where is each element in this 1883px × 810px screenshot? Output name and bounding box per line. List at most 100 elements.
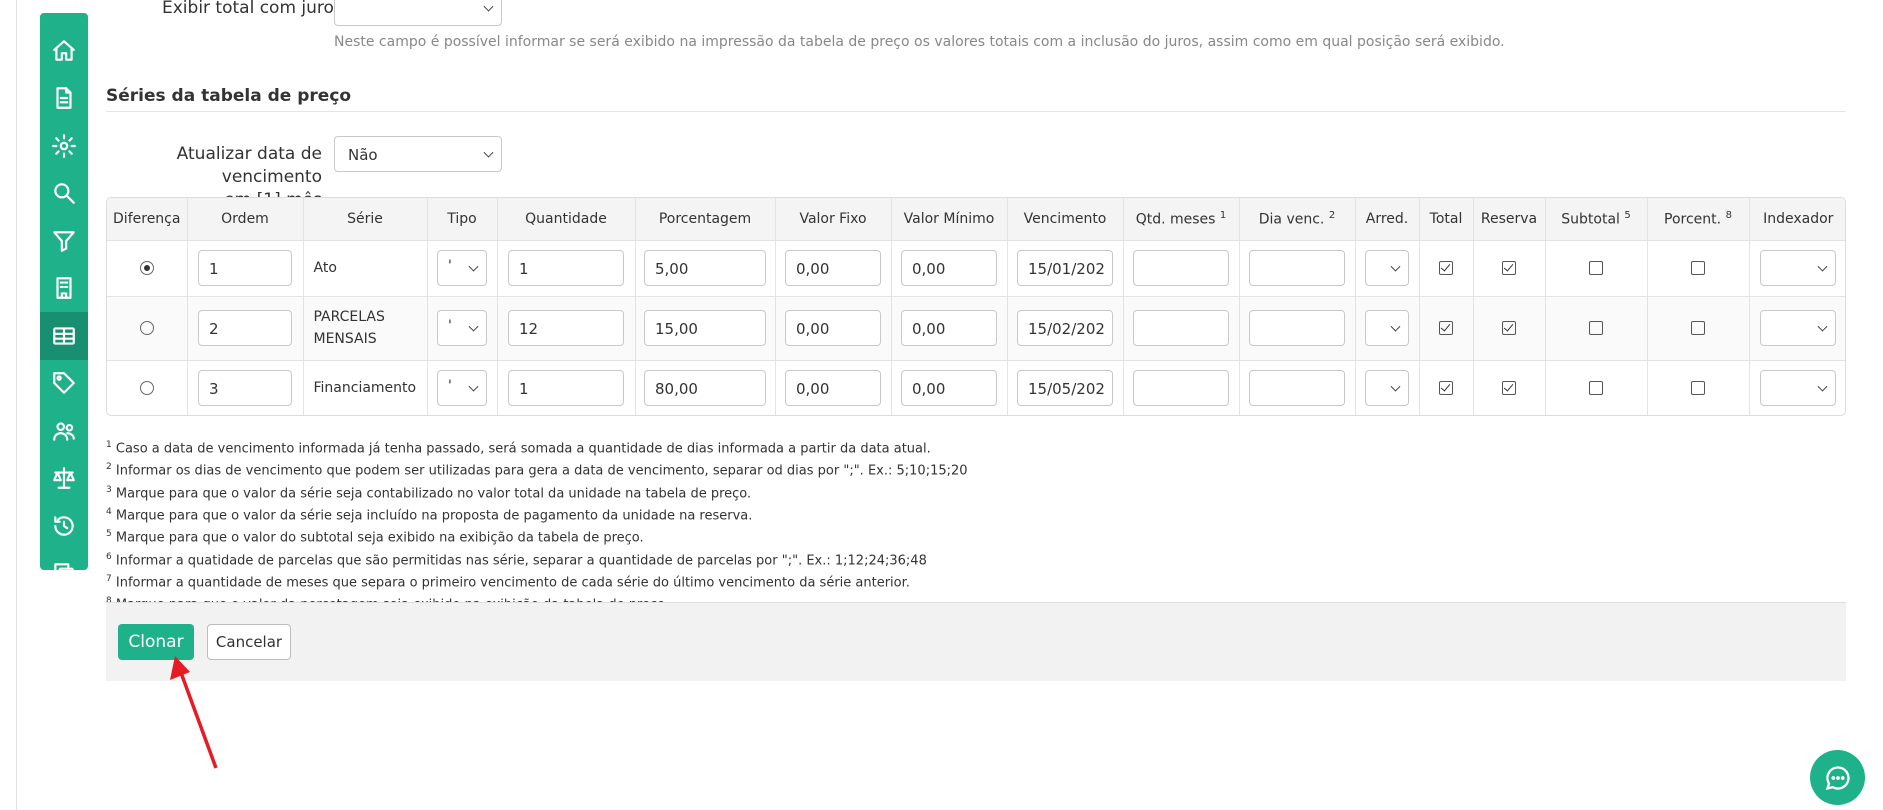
porcentagem-input[interactable]: 80,00	[644, 370, 766, 407]
total-checkbox[interactable]	[1439, 321, 1453, 335]
tipo-select[interactable]: '	[437, 250, 487, 286]
cell-arred	[1355, 239, 1420, 296]
porcent-checkbox[interactable]	[1691, 381, 1705, 396]
dia-venc-input[interactable]	[1249, 310, 1345, 346]
cell-arred	[1355, 359, 1420, 415]
tipo-select[interactable]: '	[437, 370, 487, 407]
porcent-checkbox[interactable]	[1691, 321, 1705, 335]
cell-valor-minimo: 0,00	[891, 239, 1008, 296]
quantidade-input[interactable]: 12	[508, 310, 624, 346]
cell-dia-venc	[1239, 239, 1356, 296]
quantidade-input[interactable]: 1	[508, 370, 624, 407]
footnote: 1 Caso a data de vencimento informada já…	[106, 436, 968, 458]
ordem-input[interactable]: 1	[198, 250, 292, 286]
valor-fixo-input[interactable]: 0,00	[785, 250, 881, 286]
diferenca-radio[interactable]	[139, 261, 154, 275]
arred-select[interactable]	[1365, 370, 1409, 407]
cancelar-button[interactable]: Cancelar	[207, 624, 291, 660]
footnote: 3 Marque para que o valor da série seja …	[106, 481, 968, 503]
sidebar-item-home[interactable]	[40, 27, 88, 75]
cell-diferenca	[107, 295, 188, 360]
cell-subtotal	[1545, 295, 1648, 360]
sidebar-item-search[interactable]	[40, 170, 88, 218]
indexador-select[interactable]	[1760, 370, 1837, 407]
sidebar-item-filter[interactable]	[40, 217, 88, 265]
subtotal-checkbox[interactable]	[1589, 321, 1603, 335]
footnote: 4 Marque para que o valor da série seja …	[106, 503, 968, 525]
atualizar-vencimento-select[interactable]: Não	[334, 136, 502, 172]
diferenca-radio[interactable]	[139, 321, 154, 335]
porcent-checkbox[interactable]	[1691, 261, 1705, 275]
header-label: Dia venc.	[1258, 211, 1325, 228]
chevron-down-icon	[1390, 321, 1401, 332]
cell-ordem: 1	[187, 239, 304, 296]
vencimento-input[interactable]: 15/02/202	[1017, 310, 1113, 346]
footnote-ref: 2	[1328, 209, 1336, 221]
sidebar-item-legal[interactable]	[40, 455, 88, 503]
cell-serie: Financiamento	[303, 359, 428, 415]
col-header: Reserva	[1473, 198, 1546, 240]
indexador-select[interactable]	[1760, 310, 1837, 346]
tipo-select[interactable]: '	[437, 310, 487, 346]
reserva-checkbox[interactable]	[1502, 261, 1516, 275]
footnote-text: Marque para que o valor da série seja co…	[115, 485, 752, 501]
qtd-meses-input[interactable]	[1133, 250, 1229, 286]
footnote-number: 2	[106, 462, 112, 473]
valor-fixo-input[interactable]: 0,00	[785, 310, 881, 346]
cell-diferenca	[107, 239, 188, 296]
total-checkbox[interactable]	[1439, 261, 1453, 275]
reserva-checkbox[interactable]	[1502, 321, 1516, 335]
qtd-meses-input[interactable]	[1133, 370, 1229, 407]
cell-quantidade: 1	[497, 359, 636, 415]
sidebar-item-price-table[interactable]	[40, 312, 88, 360]
building-icon	[56, 277, 72, 300]
footnote-number: 1	[106, 440, 112, 450]
indexador-select[interactable]	[1760, 250, 1837, 286]
qtd-meses-input[interactable]	[1133, 310, 1229, 346]
dia-venc-input[interactable]	[1249, 370, 1345, 407]
juros-select[interactable]	[334, 0, 502, 26]
valor-minimo-input[interactable]: 0,00	[901, 310, 997, 346]
sidebar-item-copy[interactable]	[40, 550, 88, 598]
atualizar-label-line1: Atualizar data de vencimento	[176, 144, 322, 187]
arred-select[interactable]	[1365, 250, 1409, 286]
reserva-checkbox[interactable]	[1502, 381, 1516, 396]
chevron-down-icon	[483, 147, 494, 158]
col-header-qtd-meses: Qtd. meses 1	[1123, 198, 1240, 240]
cell-tipo: '	[427, 295, 498, 360]
valor-minimo-input[interactable]: 0,00	[901, 370, 997, 407]
sidebar-item-users[interactable]	[40, 407, 88, 455]
cell-porcentagem: 80,00	[635, 359, 776, 415]
header-label: Qtd. meses	[1135, 211, 1216, 228]
quantidade-input[interactable]: 1	[508, 250, 624, 286]
diferenca-radio[interactable]	[139, 381, 154, 396]
document-icon	[56, 87, 72, 110]
dia-venc-input[interactable]	[1249, 250, 1345, 286]
cell-indexador	[1749, 359, 1845, 415]
footnotes: 1 Caso a data de vencimento informada já…	[106, 436, 968, 615]
porcentagem-input[interactable]: 5,00	[644, 250, 766, 286]
subtotal-checkbox[interactable]	[1589, 261, 1603, 275]
clonar-button[interactable]: Clonar	[118, 624, 194, 660]
sidebar-item-settings[interactable]	[40, 122, 88, 170]
cell-subtotal	[1545, 359, 1648, 415]
ordem-input[interactable]: 2	[198, 310, 292, 346]
arred-select[interactable]	[1365, 310, 1409, 346]
vencimento-input[interactable]: 15/05/202	[1017, 370, 1113, 407]
subtotal-checkbox[interactable]	[1589, 381, 1603, 396]
sidebar-item-building[interactable]	[40, 265, 88, 313]
valor-fixo-input[interactable]: 0,00	[785, 370, 881, 407]
cell-arred	[1355, 295, 1420, 360]
valor-minimo-input[interactable]: 0,00	[901, 250, 997, 286]
sidebar-item-history[interactable]	[40, 502, 88, 550]
sidebar-item-documents[interactable]	[40, 75, 88, 123]
cell-qtd-meses	[1123, 359, 1240, 415]
ordem-input[interactable]: 3	[198, 370, 292, 407]
porcentagem-input[interactable]: 15,00	[644, 310, 766, 346]
table-row: 3 Financiamento ' 1 80,00 0,00 0,00 15/05/202	[107, 359, 1845, 415]
chat-button[interactable]	[1810, 750, 1865, 805]
total-checkbox[interactable]	[1439, 381, 1453, 396]
sidebar-item-tags[interactable]	[40, 360, 88, 408]
vencimento-input[interactable]: 15/01/202	[1017, 250, 1113, 286]
cell-indexador	[1749, 239, 1845, 296]
